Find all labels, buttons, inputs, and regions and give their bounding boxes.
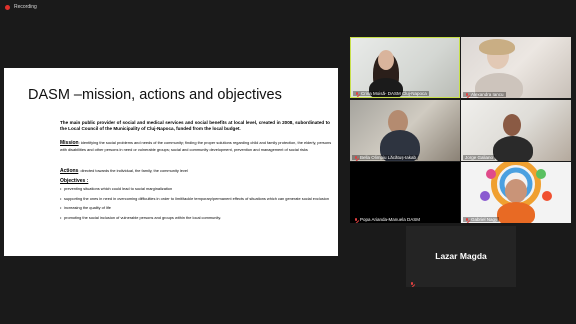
participant-tile-crina[interactable]: Crina Moisă- DASM Cluj-Napoca (350, 37, 460, 98)
actions-paragraph: Actions: directed towards the individual… (60, 168, 332, 175)
participant-body (497, 202, 535, 223)
participant-tile-gabriel[interactable]: Gabriel Nagy (461, 162, 571, 223)
participant-name: Alexandra Iancu (463, 92, 506, 97)
muted-mic-icon (465, 92, 469, 97)
participant-name: Crina Moisă- DASM Cluj-Napoca (353, 91, 429, 96)
muted-mic-icon (354, 155, 358, 160)
participant-tile-alexandra[interactable]: Alexandra Iancu (461, 37, 571, 98)
objective-item: preventing situations which could lead t… (60, 186, 332, 192)
mission-heading: Mission (60, 140, 79, 146)
slide-intro: The main public provider of social and m… (60, 120, 330, 132)
muted-mic-icon (410, 282, 414, 286)
actions-heading: Actions (60, 168, 79, 174)
slide-title: DASM –mission, actions and objectives (28, 87, 282, 103)
participant-hair (479, 39, 515, 55)
participant-display-name: Lazar Magda (435, 251, 487, 261)
actions-text: : directed towards the individual, the f… (78, 168, 188, 173)
participant-name (408, 282, 416, 286)
mission-text: : identifying the social problems and ne… (60, 140, 332, 153)
objectives-list: preventing situations which could lead t… (60, 186, 332, 225)
muted-mic-icon (354, 217, 358, 222)
muted-mic-icon (465, 217, 469, 222)
participant-name: Bella Olimpiu Lăcătuș-Iakab (352, 155, 419, 160)
participant-tile-bella[interactable]: Bella Olimpiu Lăcătuș-Iakab (350, 100, 460, 161)
participant-name: Gabriel Nagy (463, 217, 500, 222)
objective-item: supporting the ones in need in overcomin… (60, 196, 332, 202)
participant-name: Popa Arianda-Manuela DASM (352, 217, 423, 222)
recording-indicator: Recording (0, 0, 576, 14)
participant-body (493, 136, 533, 161)
muted-mic-icon (355, 91, 359, 96)
recording-dot-icon (5, 4, 10, 10)
participant-tile-jorge[interactable]: Jorge Galiano (461, 100, 571, 161)
participant-face (505, 179, 527, 203)
objectives-heading: Objectives : (60, 178, 89, 184)
objective-item: increasing the quality of life (60, 205, 332, 211)
participant-face (503, 114, 521, 136)
mission-paragraph: Mission: identifying the social problems… (60, 140, 332, 153)
objective-item: promoting the social inclusion of vulner… (60, 215, 332, 221)
participant-tile-lazar[interactable]: Lazar Magda (406, 226, 516, 287)
participant-name: Jorge Galiano (463, 155, 496, 160)
participant-tile-popa[interactable]: Popa Arianda-Manuela DASM (350, 162, 460, 223)
shared-screen-slide: DASM –mission, actions and objectives Th… (4, 68, 338, 256)
recording-label: Recording (14, 4, 37, 10)
participant-face (378, 50, 394, 70)
